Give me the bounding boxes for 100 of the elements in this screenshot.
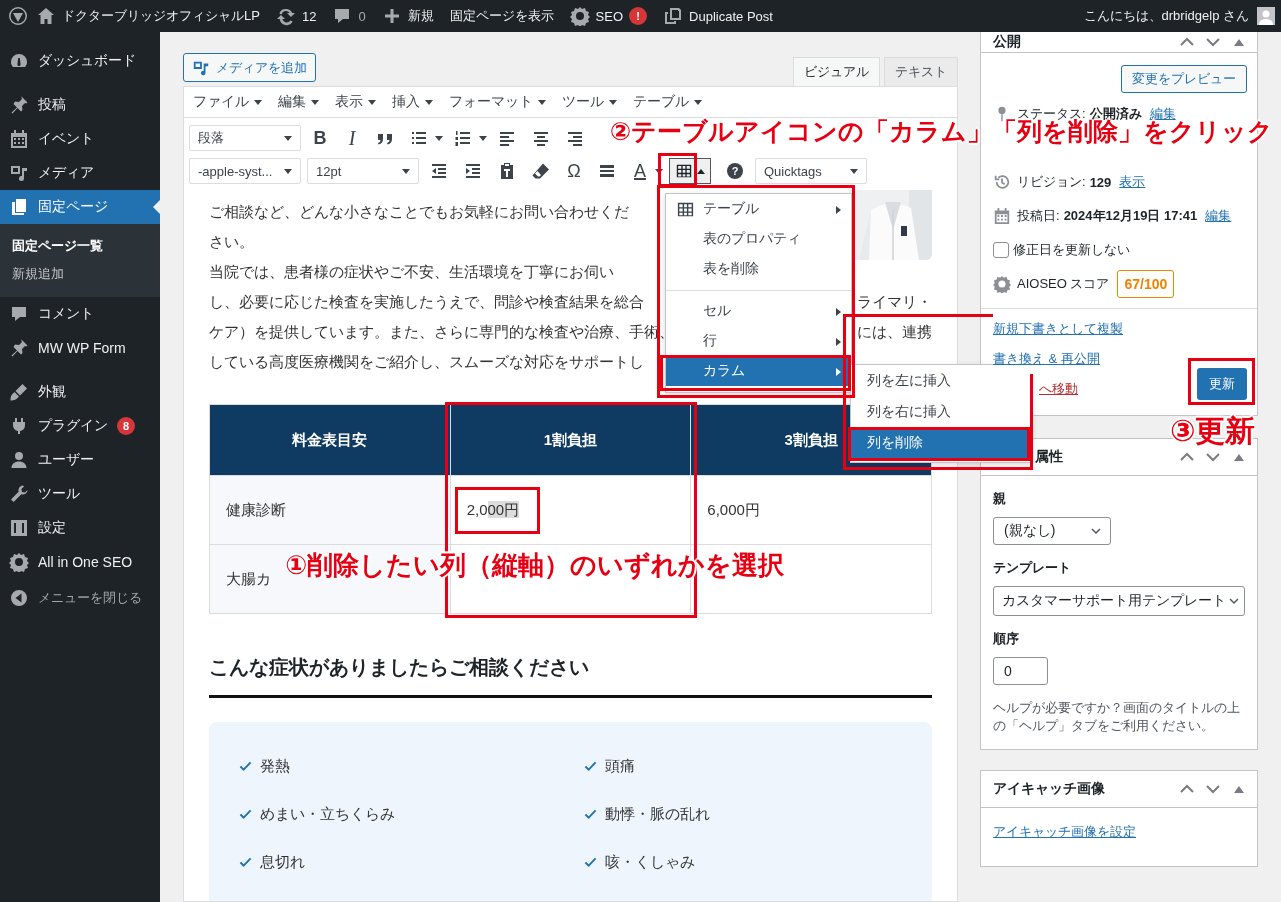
preview-button[interactable]: 変更をプレビュー [1121, 65, 1247, 93]
checkbox-label: 修正日を更新しない [1013, 241, 1130, 259]
set-featured-image-link[interactable]: アイキャッチ画像を設定 [993, 824, 1136, 839]
paragraph-line: ご相談など、どんな小さなことでもお気軽にお問い合わせくだ [209, 202, 629, 222]
updates-link[interactable]: 12 [267, 0, 325, 32]
symptom-text: めまい・立ちくらみ [260, 804, 395, 824]
table-button[interactable] [669, 158, 711, 184]
menu-item[interactable]: 表示 [335, 93, 376, 111]
menu-item[interactable]: ツール [562, 93, 617, 111]
sidebar-item[interactable]: ユーザー [0, 443, 160, 477]
order-field[interactable]: 0 [993, 657, 1048, 685]
quicktags-select[interactable]: Quicktags [755, 158, 867, 184]
editor-tab[interactable]: ビジュアル [793, 57, 880, 86]
table-cell: 健康診断 [209, 475, 451, 545]
collapse-icon [9, 588, 29, 608]
collapse-menu-item[interactable]: メニューを閉じる [0, 581, 160, 615]
view-link[interactable]: 表示 [1119, 173, 1146, 191]
paragraph-line: ライマリ・ [857, 292, 932, 312]
field-label: 順序 [993, 630, 1020, 648]
menu-item[interactable]: ファイル [193, 93, 262, 111]
check-icon [584, 759, 597, 773]
parent-select[interactable]: (親なし) [993, 517, 1111, 545]
check-icon [239, 807, 252, 821]
menu-item[interactable]: カラム [666, 356, 851, 386]
clock-icon [993, 173, 1011, 191]
sidebar-item[interactable]: ダッシュボード [0, 44, 160, 78]
section-heading: こんな症状がありましたらご相談ください [209, 652, 932, 698]
menu-item[interactable]: 挿入 [392, 93, 433, 111]
seo-link[interactable]: SEO ! [561, 0, 656, 32]
bold-button[interactable]: B [307, 124, 333, 152]
paragraph-line: し、必要に応じた検査を実施したうえで、問診や検査結果を総合 [209, 292, 644, 312]
site-name-link[interactable]: ドクターブリッジオフィシャルLP [28, 0, 268, 32]
action-link[interactable]: 書き換え & 再公開 [993, 344, 1100, 374]
sidebar-item[interactable]: 投稿 [0, 88, 160, 122]
action-link[interactable]: 新規下書きとして複製 [993, 314, 1123, 344]
revisions-label: リビジョン: [1017, 173, 1086, 191]
sidebar-item[interactable]: 設定 [0, 511, 160, 545]
text-color-button[interactable]: A [627, 157, 653, 185]
table-icon [676, 200, 695, 219]
menu-item[interactable]: フォーマット [449, 93, 546, 111]
duplicate-post-link[interactable]: Duplicate Post [655, 0, 781, 32]
edit-link[interactable]: 編集 [1205, 207, 1232, 225]
menu-item[interactable]: 表のプロパティ [666, 224, 851, 254]
new-link[interactable]: 新規 [373, 0, 442, 32]
paragraph-line: 当院では、患者様の症状やご不安、生活環境を丁寧にお伺い [209, 262, 614, 282]
sidebar-item[interactable]: MW WP Form [0, 331, 160, 365]
panel-title: 公開 [993, 33, 1021, 51]
comments-link[interactable]: 0 [324, 0, 374, 32]
menu-item[interactable]: 表を削除 [666, 254, 851, 284]
duplicate-icon [663, 6, 684, 26]
alert-badge: ! [629, 7, 648, 25]
menu-item[interactable]: テーブル [666, 194, 851, 224]
sliders-icon [9, 518, 29, 538]
help-button[interactable]: ? [727, 163, 743, 179]
greeting-link[interactable]: こんにちは、drbridgelp さん [1075, 0, 1257, 32]
update-button[interactable]: 更新 [1197, 368, 1247, 400]
add-media-button[interactable]: メディアを追加 [183, 53, 316, 82]
sidebar-item[interactable]: 固定ページ [0, 190, 160, 224]
view-page-link[interactable]: 固定ページを表示 [441, 0, 562, 32]
sidebar-item[interactable]: All in One SEO [0, 545, 160, 579]
sidebar-item[interactable]: プラグイン 8 [0, 409, 160, 443]
submenu-item[interactable]: 新規追加 [0, 260, 160, 288]
font-select[interactable]: -apple-syst... [189, 158, 301, 184]
menu-item[interactable]: テーブル [633, 93, 702, 111]
field-label: テンプレート [993, 559, 1072, 577]
editor-tab[interactable]: テキスト [884, 57, 958, 86]
symptom-text: 咳・くしゃみ [605, 852, 695, 872]
check-icon [584, 855, 597, 869]
sidebar-item[interactable]: イベント [0, 122, 160, 156]
media-icon [9, 163, 29, 183]
format-select[interactable]: 段落 [189, 125, 301, 151]
checkbox[interactable] [993, 242, 1009, 258]
paragraph-line: ケア）を提供しています。また、さらに専門的な検査や治療、手術、 [209, 322, 674, 342]
logo-icon[interactable] [8, 6, 28, 26]
template-select[interactable]: カスタマーサポート用テンプレート [993, 586, 1245, 616]
chevron-down-icon [1090, 525, 1102, 537]
paragraph-line: には、連携 [857, 322, 932, 342]
gear-icon [569, 6, 590, 26]
paragraph-line: している高度医療機関をご紹介し、スムーズな対応をサポートし [209, 352, 644, 372]
special-character-button[interactable]: Ω [561, 157, 587, 185]
comment-icon [9, 304, 29, 324]
sidebar-item[interactable]: 外観 [0, 375, 160, 409]
gear-icon [9, 552, 29, 572]
sidebar-item[interactable]: コメント [0, 297, 160, 331]
menu-item[interactable]: 編集 [278, 93, 319, 111]
calendar-icon [993, 207, 1011, 225]
field-label: 親 [993, 490, 1007, 508]
submenu-item[interactable]: 固定ページ一覧 [0, 232, 160, 260]
user-icon [9, 450, 29, 470]
sidebar-item[interactable]: メディア [0, 156, 160, 190]
check-icon [239, 759, 252, 773]
score-badge: 67/100 [1117, 270, 1175, 298]
italic-button[interactable]: I [339, 124, 365, 152]
paragraph-line: さい。 [209, 232, 254, 252]
count-badge: 8 [117, 417, 135, 435]
font-size-select[interactable]: 12pt [307, 158, 419, 184]
sidebar-item[interactable]: ツール [0, 477, 160, 511]
seo-score-label: AIOSEO スコア [1017, 275, 1110, 293]
gear-icon [993, 275, 1011, 293]
annotation-text: ③更新 [1170, 413, 1256, 449]
